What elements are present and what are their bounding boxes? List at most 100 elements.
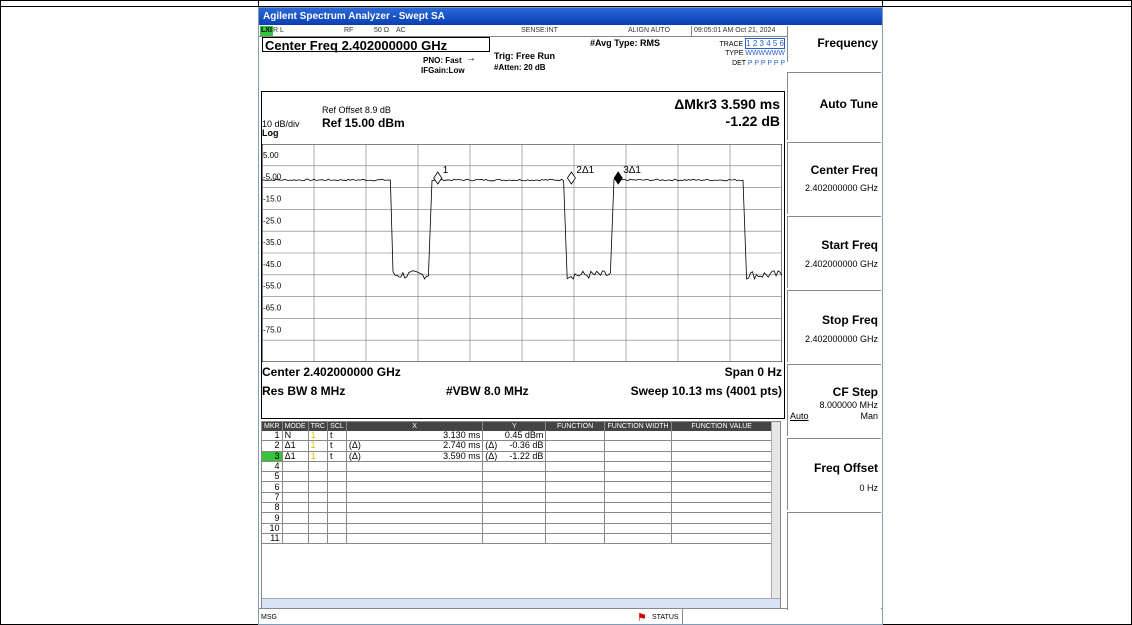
marker-table-cell: 1 bbox=[308, 431, 328, 442]
marker-table-vertical-scrollbar[interactable] bbox=[771, 422, 780, 598]
datetime: 09:05:01 AM Oct 21, 2024 bbox=[691, 26, 775, 36]
marker-table-cell bbox=[482, 533, 547, 545]
marker-table-cell bbox=[545, 512, 605, 524]
start-freq-label: Start Freq bbox=[821, 238, 878, 252]
marker-table-cell bbox=[482, 461, 547, 473]
rf-indicator: RF bbox=[344, 27, 354, 34]
marker-table-row[interactable]: 1 N 1 t 3.130 ms 0.45 dBm bbox=[262, 431, 772, 442]
marker-table-cell: 1 bbox=[308, 440, 328, 452]
marker-table-row[interactable]: 2 Δ1 1 t (Δ) 2.740 ms (Δ) -0.36 dB bbox=[262, 440, 772, 452]
marker-table-cell: 9 bbox=[262, 512, 283, 524]
marker-table-row[interactable]: 3 Δ1 1 t (Δ) 3.590 ms (Δ) -1.22 dB bbox=[262, 451, 772, 462]
marker-table-cell bbox=[308, 492, 328, 504]
cf-step-button[interactable]: CF Step 8.000000 MHz Auto Man bbox=[787, 364, 881, 436]
marker-table-header: FUNCTION VALUE bbox=[671, 422, 772, 431]
auto-tune-label: Auto Tune bbox=[819, 97, 878, 111]
y-tick-label: -45.0 bbox=[263, 260, 282, 269]
marker-table-cell bbox=[327, 461, 347, 473]
rl-indicator: R L bbox=[273, 27, 284, 34]
top-strip bbox=[0, 0, 1132, 7]
trace-display: Ref Offset 8.9 dB Ref 15.00 dBm 10 dB/di… bbox=[261, 91, 785, 419]
marker-table-row[interactable]: 5 bbox=[262, 471, 772, 483]
softkey-panel: Frequency Auto Tune Center Freq 2.402000… bbox=[787, 26, 881, 610]
marker-table-cell: 5 bbox=[262, 471, 283, 483]
marker-table-cell bbox=[282, 533, 309, 545]
trig-setting: Trig: Free Run bbox=[494, 51, 556, 61]
stop-freq-value: 2.402000000 GHz bbox=[804, 334, 878, 344]
marker-table-cell bbox=[327, 471, 347, 483]
marker-table-cell bbox=[308, 533, 328, 545]
marker-table-row[interactable]: 10 bbox=[262, 523, 772, 534]
marker-table-cell bbox=[671, 502, 772, 514]
start-freq-button[interactable]: Start Freq 2.402000000 GHz bbox=[787, 216, 881, 288]
status-icon: ⚑ bbox=[637, 612, 647, 624]
marker-table-cell: 0.45 dBm bbox=[482, 431, 547, 442]
marker-table-cell: 1 bbox=[262, 431, 283, 442]
marker-table-cell bbox=[346, 512, 484, 524]
marker-table-cell bbox=[482, 523, 547, 534]
marker-table-header: FUNCTION WIDTH bbox=[604, 422, 673, 431]
marker-table-cell bbox=[545, 481, 605, 493]
message-bar: MSG ⚑ STATUS bbox=[259, 608, 882, 624]
marker-table-cell bbox=[346, 481, 484, 493]
trace-graticule: 5.00-5.00-15.0-25.0-35.0-45.0-55.0-65.0-… bbox=[262, 144, 782, 362]
marker-table-row[interactable]: 9 bbox=[262, 512, 772, 524]
center-freq-value: 2.402000000 GHz bbox=[804, 183, 878, 193]
marker-table-row[interactable]: 4 bbox=[262, 461, 772, 473]
marker-table-cell bbox=[282, 512, 309, 524]
ref-offset: Ref Offset 8.9 dB bbox=[322, 105, 391, 115]
marker-table-cell: (Δ) 3.590 ms bbox=[346, 451, 484, 462]
marker-table-cell bbox=[482, 471, 547, 483]
empty-softkey[interactable] bbox=[787, 512, 881, 610]
marker-table-cell: (Δ) 2.740 ms bbox=[346, 440, 484, 452]
log-scale-label: Log bbox=[262, 128, 279, 138]
sense-indicator: SENSE:INT bbox=[521, 27, 558, 34]
auto-tune-button[interactable]: Auto Tune bbox=[787, 72, 881, 140]
trace-info: TRACE 1 2 3 4 5 6 TYPE WWWWWW DET P P P … bbox=[701, 37, 787, 75]
analyzer-window: Agilent Spectrum Analyzer - Swept SA LXI… bbox=[258, 7, 883, 625]
marker-table-cell: 3 bbox=[262, 451, 283, 462]
y-tick-label: 5.00 bbox=[263, 151, 279, 160]
stop-freq-label: Stop Freq bbox=[822, 313, 878, 327]
marker-table-cell bbox=[671, 440, 772, 452]
marker-table-cell: 2 bbox=[262, 440, 283, 452]
y-tick-label: -55.0 bbox=[263, 282, 282, 291]
status-label[interactable]: STATUS bbox=[652, 614, 679, 621]
marker-table-cell bbox=[308, 512, 328, 524]
marker-table-cell: (Δ) -0.36 dB bbox=[482, 440, 547, 452]
marker-table-cell bbox=[545, 523, 605, 534]
marker-table-cell bbox=[327, 481, 347, 493]
menu-title-softkey: Frequency bbox=[787, 26, 881, 62]
sweep-readout: Sweep 10.13 ms (4001 pts) bbox=[630, 384, 782, 398]
marker-table-cell bbox=[604, 451, 673, 462]
marker-table-row[interactable]: 11 bbox=[262, 533, 772, 545]
marker-table-cell: 10 bbox=[262, 523, 283, 534]
marker-table-cell bbox=[545, 461, 605, 473]
marker-table-cell bbox=[545, 451, 605, 462]
marker-table-cell bbox=[282, 471, 309, 483]
marker-table-row[interactable]: 7 bbox=[262, 492, 772, 504]
marker-table-cell bbox=[545, 502, 605, 514]
cf-step-label: CF Step bbox=[832, 385, 878, 399]
coupling: AC bbox=[396, 27, 406, 34]
marker-table-row[interactable]: 6 bbox=[262, 481, 772, 493]
ref-level: Ref 15.00 dBm bbox=[322, 116, 405, 130]
stop-freq-button[interactable]: Stop Freq 2.402000000 GHz bbox=[787, 290, 881, 362]
marker-table-cell: (Δ) -1.22 dB bbox=[482, 451, 547, 462]
center-freq-button[interactable]: Center Freq 2.402000000 GHz bbox=[787, 142, 881, 214]
delta-marker-value: -1.22 dB bbox=[725, 113, 780, 129]
status-line: LXI R L RF 50 Ω AC SENSE:INT ALIGN AUTO … bbox=[259, 26, 788, 37]
marker-table-cell bbox=[327, 492, 347, 504]
marker-table-cell bbox=[671, 431, 772, 442]
menu-title: Frequency bbox=[817, 36, 878, 50]
freq-offset-value: 0 Hz bbox=[859, 483, 878, 493]
marker-table-cell bbox=[308, 523, 328, 534]
marker-table-row[interactable]: 8 bbox=[262, 502, 772, 514]
marker-table-cell: 4 bbox=[262, 461, 283, 473]
marker-table-cell: 11 bbox=[262, 533, 283, 545]
freq-offset-button[interactable]: Freq Offset 0 Hz bbox=[787, 438, 881, 510]
trace-numbers: 1 2 3 4 5 6 bbox=[745, 38, 785, 49]
marker-table-cell: Δ1 bbox=[282, 451, 309, 462]
marker-table-horizontal-scrollbar[interactable] bbox=[262, 598, 780, 608]
marker-table-cell bbox=[604, 431, 673, 442]
